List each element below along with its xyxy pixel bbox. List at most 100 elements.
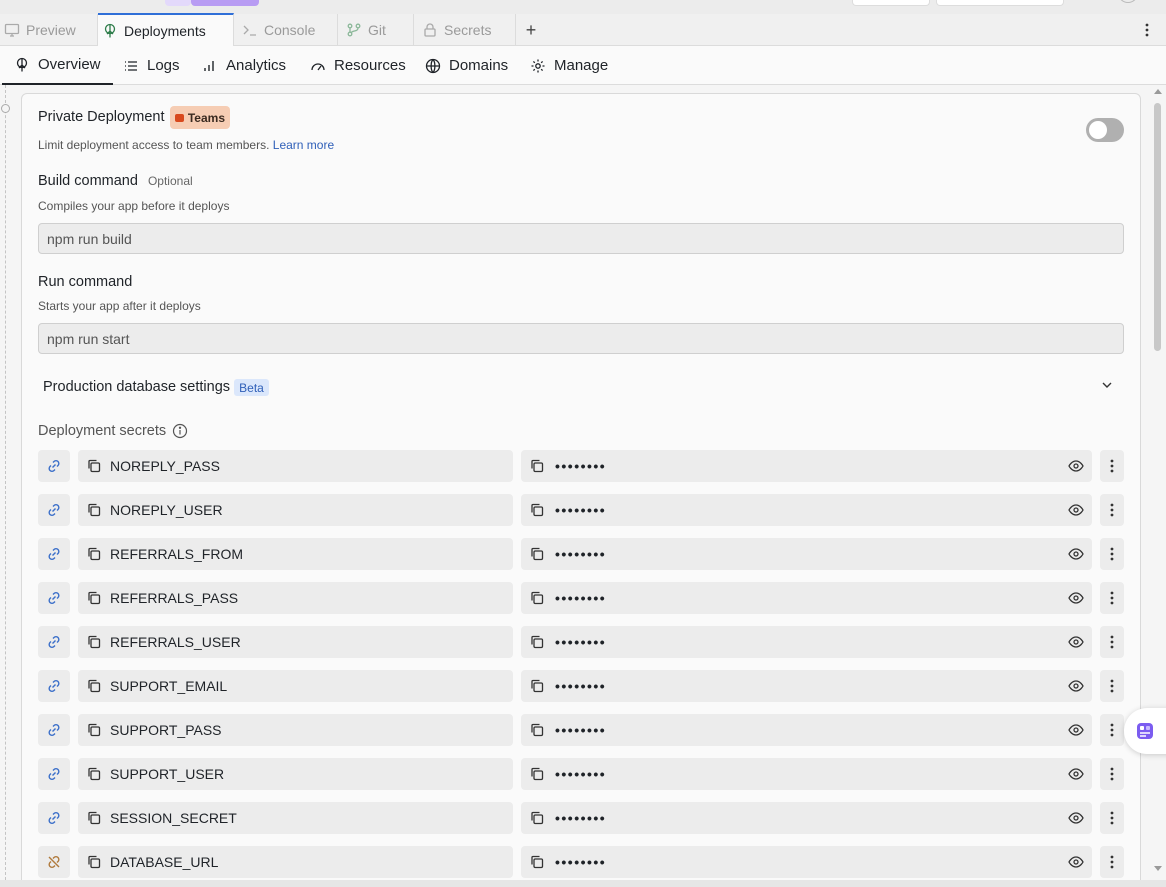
secret-key-field[interactable]: REFERRALS_USER (78, 626, 513, 658)
secret-menu-button[interactable] (1100, 538, 1124, 570)
tab-preview[interactable]: Preview (0, 14, 98, 46)
copy-icon[interactable] (529, 854, 545, 870)
subtab-domains[interactable]: Domains (425, 46, 508, 85)
secret-value-field[interactable]: •••••••• (521, 582, 1092, 614)
copy-icon[interactable] (86, 678, 102, 694)
build-command-input[interactable]: npm run build (38, 223, 1124, 254)
copy-icon[interactable] (529, 722, 545, 738)
copy-icon[interactable] (86, 766, 102, 782)
secret-link-button[interactable] (38, 582, 70, 614)
secret-value-field[interactable]: •••••••• (521, 670, 1092, 702)
run-command-input[interactable]: npm run start (38, 323, 1124, 354)
secret-value-field[interactable]: •••••••• (521, 758, 1092, 790)
secret-menu-button[interactable] (1100, 846, 1124, 878)
secret-key-field[interactable]: NOREPLY_USER (78, 494, 513, 526)
secret-key-field[interactable]: NOREPLY_PASS (78, 450, 513, 482)
copy-icon[interactable] (86, 590, 102, 606)
copy-icon[interactable] (86, 634, 102, 650)
copy-icon[interactable] (529, 766, 545, 782)
production-database-settings-toggle[interactable]: Production database settings (43, 379, 230, 395)
info-icon[interactable] (172, 423, 188, 439)
secret-link-button[interactable] (38, 450, 70, 482)
tab-console[interactable]: Console (238, 14, 338, 46)
copy-icon[interactable] (529, 458, 545, 474)
top-pill[interactable] (165, 0, 191, 6)
secret-menu-button[interactable] (1100, 582, 1124, 614)
secret-link-button[interactable] (38, 714, 70, 746)
secret-value-field[interactable]: •••••••• (521, 450, 1092, 482)
secret-menu-button[interactable] (1100, 450, 1124, 482)
eye-icon[interactable] (1068, 678, 1084, 694)
secret-link-button[interactable] (38, 670, 70, 702)
copy-icon[interactable] (529, 634, 545, 650)
secret-key-field[interactable]: DATABASE_URL (78, 846, 513, 878)
copy-icon[interactable] (529, 810, 545, 826)
tab-secrets[interactable]: Secrets (418, 14, 516, 46)
secret-key-field[interactable]: SESSION_SECRET (78, 802, 513, 834)
eye-icon[interactable] (1068, 810, 1084, 826)
copy-icon[interactable] (529, 502, 545, 518)
eye-icon[interactable] (1068, 590, 1084, 606)
top-button-wide[interactable] (936, 0, 1064, 6)
subtab-overview[interactable]: Overview (2, 46, 113, 85)
secret-unlink-button[interactable] (38, 846, 70, 878)
secret-value-field[interactable]: •••••••• (521, 494, 1092, 526)
learn-more-link[interactable]: Learn more (273, 138, 334, 152)
copy-icon[interactable] (529, 546, 545, 562)
assistant-floating-button[interactable] (1124, 708, 1166, 754)
secret-value-field[interactable]: •••••••• (521, 802, 1092, 834)
eye-icon[interactable] (1068, 546, 1084, 562)
secret-key-field[interactable]: REFERRALS_PASS (78, 582, 513, 614)
copy-icon[interactable] (86, 458, 102, 474)
avatar[interactable] (1118, 0, 1138, 3)
secret-value-field[interactable]: •••••••• (521, 626, 1092, 658)
copy-icon[interactable] (529, 590, 545, 606)
chevron-down-icon[interactable] (1100, 378, 1114, 392)
private-deployment-toggle[interactable] (1086, 118, 1124, 142)
secret-menu-button[interactable] (1100, 494, 1124, 526)
secret-menu-button[interactable] (1100, 670, 1124, 702)
copy-icon[interactable] (86, 546, 102, 562)
tab-git[interactable]: Git (342, 14, 414, 46)
secret-link-button[interactable] (38, 494, 70, 526)
copy-icon[interactable] (86, 854, 102, 870)
top-pill-primary[interactable] (191, 0, 259, 6)
secret-link-button[interactable] (38, 626, 70, 658)
secret-value-field[interactable]: •••••••• (521, 538, 1092, 570)
secret-value-field[interactable]: •••••••• (521, 714, 1092, 746)
scroll-up-arrow[interactable] (1154, 89, 1162, 94)
copy-icon[interactable] (86, 722, 102, 738)
eye-icon[interactable] (1068, 502, 1084, 518)
subtab-analytics[interactable]: Analytics (202, 46, 286, 85)
secret-link-button[interactable] (38, 538, 70, 570)
scroll-down-arrow[interactable] (1154, 866, 1162, 871)
scrollbar[interactable] (1150, 85, 1166, 880)
subtab-logs[interactable]: Logs (123, 46, 180, 85)
scroll-thumb[interactable] (1154, 103, 1161, 351)
secret-key-field[interactable]: SUPPORT_PASS (78, 714, 513, 746)
secret-link-button[interactable] (38, 758, 70, 790)
secret-key-field[interactable]: SUPPORT_EMAIL (78, 670, 513, 702)
top-button[interactable] (852, 0, 930, 6)
eye-icon[interactable] (1068, 766, 1084, 782)
secret-menu-button[interactable] (1100, 714, 1124, 746)
eye-icon[interactable] (1068, 854, 1084, 870)
eye-icon[interactable] (1068, 722, 1084, 738)
secret-key-field[interactable]: REFERRALS_FROM (78, 538, 513, 570)
eye-icon[interactable] (1068, 458, 1084, 474)
eye-icon[interactable] (1068, 634, 1084, 650)
secret-menu-button[interactable] (1100, 626, 1124, 658)
subtab-resources[interactable]: Resources (310, 46, 406, 85)
secret-value-field[interactable]: •••••••• (521, 846, 1092, 878)
copy-icon[interactable] (86, 502, 102, 518)
secret-link-button[interactable] (38, 802, 70, 834)
tab-deployments[interactable]: Deployments (98, 13, 234, 46)
tab-menu-button[interactable] (1139, 20, 1155, 40)
secret-menu-button[interactable] (1100, 802, 1124, 834)
secret-menu-button[interactable] (1100, 758, 1124, 790)
secret-key-field[interactable]: SUPPORT_USER (78, 758, 513, 790)
add-tab-button[interactable]: + (522, 20, 540, 40)
subtab-manage[interactable]: Manage (530, 46, 608, 85)
copy-icon[interactable] (529, 678, 545, 694)
copy-icon[interactable] (86, 810, 102, 826)
